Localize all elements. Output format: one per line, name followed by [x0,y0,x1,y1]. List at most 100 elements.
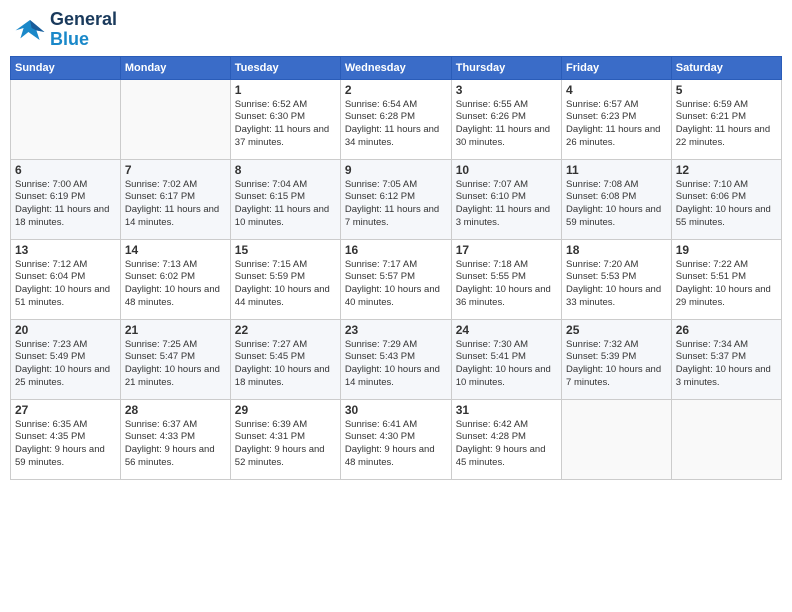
weekday-header-tuesday: Tuesday [230,56,340,79]
weekday-header-saturday: Saturday [671,56,781,79]
calendar-cell: 5 Sunrise: 6:59 AMSunset: 6:21 PMDayligh… [671,79,781,159]
weekday-header-thursday: Thursday [451,56,561,79]
day-number: 18 [566,243,667,257]
day-number: 8 [235,163,336,177]
calendar-cell: 20 Sunrise: 7:23 AMSunset: 5:49 PMDaylig… [11,319,121,399]
day-info: Sunrise: 7:02 AMSunset: 6:17 PMDaylight:… [125,179,226,230]
day-info: Sunrise: 7:05 AMSunset: 6:12 PMDaylight:… [345,179,447,230]
day-info: Sunrise: 6:41 AMSunset: 4:30 PMDaylight:… [345,419,447,470]
calendar-cell: 28 Sunrise: 6:37 AMSunset: 4:33 PMDaylig… [120,399,230,479]
calendar-cell: 25 Sunrise: 7:32 AMSunset: 5:39 PMDaylig… [562,319,672,399]
calendar-cell: 1 Sunrise: 6:52 AMSunset: 6:30 PMDayligh… [230,79,340,159]
day-number: 12 [676,163,777,177]
weekday-header-sunday: Sunday [11,56,121,79]
day-info: Sunrise: 6:35 AMSunset: 4:35 PMDaylight:… [15,419,116,470]
weekday-header-monday: Monday [120,56,230,79]
calendar-cell: 30 Sunrise: 6:41 AMSunset: 4:30 PMDaylig… [340,399,451,479]
day-info: Sunrise: 7:13 AMSunset: 6:02 PMDaylight:… [125,259,226,310]
logo-icon [14,16,46,44]
day-number: 17 [456,243,557,257]
calendar-week-4: 20 Sunrise: 7:23 AMSunset: 5:49 PMDaylig… [11,319,782,399]
calendar-week-3: 13 Sunrise: 7:12 AMSunset: 6:04 PMDaylig… [11,239,782,319]
day-number: 4 [566,83,667,97]
day-info: Sunrise: 7:32 AMSunset: 5:39 PMDaylight:… [566,339,667,390]
calendar-cell: 22 Sunrise: 7:27 AMSunset: 5:45 PMDaylig… [230,319,340,399]
day-info: Sunrise: 6:55 AMSunset: 6:26 PMDaylight:… [456,99,557,150]
calendar-cell: 4 Sunrise: 6:57 AMSunset: 6:23 PMDayligh… [562,79,672,159]
day-number: 27 [15,403,116,417]
page-header: GeneralBlue [10,10,782,50]
calendar-cell: 26 Sunrise: 7:34 AMSunset: 5:37 PMDaylig… [671,319,781,399]
day-info: Sunrise: 7:15 AMSunset: 5:59 PMDaylight:… [235,259,336,310]
day-info: Sunrise: 7:08 AMSunset: 6:08 PMDaylight:… [566,179,667,230]
calendar-cell: 31 Sunrise: 6:42 AMSunset: 4:28 PMDaylig… [451,399,561,479]
calendar-week-2: 6 Sunrise: 7:00 AMSunset: 6:19 PMDayligh… [11,159,782,239]
calendar-cell: 19 Sunrise: 7:22 AMSunset: 5:51 PMDaylig… [671,239,781,319]
day-number: 19 [676,243,777,257]
calendar-week-5: 27 Sunrise: 6:35 AMSunset: 4:35 PMDaylig… [11,399,782,479]
day-info: Sunrise: 7:30 AMSunset: 5:41 PMDaylight:… [456,339,557,390]
calendar-cell: 24 Sunrise: 7:30 AMSunset: 5:41 PMDaylig… [451,319,561,399]
logo-text: GeneralBlue [50,10,117,50]
day-info: Sunrise: 6:59 AMSunset: 6:21 PMDaylight:… [676,99,777,150]
day-number: 28 [125,403,226,417]
day-info: Sunrise: 7:07 AMSunset: 6:10 PMDaylight:… [456,179,557,230]
calendar-cell: 2 Sunrise: 6:54 AMSunset: 6:28 PMDayligh… [340,79,451,159]
logo: GeneralBlue [14,10,117,50]
calendar-cell: 8 Sunrise: 7:04 AMSunset: 6:15 PMDayligh… [230,159,340,239]
calendar-header-row: SundayMondayTuesdayWednesdayThursdayFrid… [11,56,782,79]
day-info: Sunrise: 7:22 AMSunset: 5:51 PMDaylight:… [676,259,777,310]
day-info: Sunrise: 7:25 AMSunset: 5:47 PMDaylight:… [125,339,226,390]
calendar-cell: 21 Sunrise: 7:25 AMSunset: 5:47 PMDaylig… [120,319,230,399]
day-info: Sunrise: 7:27 AMSunset: 5:45 PMDaylight:… [235,339,336,390]
day-number: 6 [15,163,116,177]
day-number: 20 [15,323,116,337]
day-number: 24 [456,323,557,337]
day-info: Sunrise: 7:17 AMSunset: 5:57 PMDaylight:… [345,259,447,310]
day-number: 9 [345,163,447,177]
day-info: Sunrise: 7:34 AMSunset: 5:37 PMDaylight:… [676,339,777,390]
calendar-week-1: 1 Sunrise: 6:52 AMSunset: 6:30 PMDayligh… [11,79,782,159]
day-info: Sunrise: 7:04 AMSunset: 6:15 PMDaylight:… [235,179,336,230]
day-number: 5 [676,83,777,97]
day-number: 23 [345,323,447,337]
calendar-cell: 3 Sunrise: 6:55 AMSunset: 6:26 PMDayligh… [451,79,561,159]
calendar-body: 1 Sunrise: 6:52 AMSunset: 6:30 PMDayligh… [11,79,782,479]
calendar-cell: 11 Sunrise: 7:08 AMSunset: 6:08 PMDaylig… [562,159,672,239]
day-info: Sunrise: 7:20 AMSunset: 5:53 PMDaylight:… [566,259,667,310]
calendar-table: SundayMondayTuesdayWednesdayThursdayFrid… [10,56,782,480]
day-info: Sunrise: 7:29 AMSunset: 5:43 PMDaylight:… [345,339,447,390]
day-info: Sunrise: 6:42 AMSunset: 4:28 PMDaylight:… [456,419,557,470]
day-number: 15 [235,243,336,257]
calendar-cell: 27 Sunrise: 6:35 AMSunset: 4:35 PMDaylig… [11,399,121,479]
calendar-cell: 15 Sunrise: 7:15 AMSunset: 5:59 PMDaylig… [230,239,340,319]
day-info: Sunrise: 7:18 AMSunset: 5:55 PMDaylight:… [456,259,557,310]
calendar-cell: 14 Sunrise: 7:13 AMSunset: 6:02 PMDaylig… [120,239,230,319]
day-info: Sunrise: 6:39 AMSunset: 4:31 PMDaylight:… [235,419,336,470]
calendar-cell: 12 Sunrise: 7:10 AMSunset: 6:06 PMDaylig… [671,159,781,239]
calendar-cell: 23 Sunrise: 7:29 AMSunset: 5:43 PMDaylig… [340,319,451,399]
day-info: Sunrise: 6:37 AMSunset: 4:33 PMDaylight:… [125,419,226,470]
calendar-cell: 13 Sunrise: 7:12 AMSunset: 6:04 PMDaylig… [11,239,121,319]
day-number: 25 [566,323,667,337]
calendar-cell: 29 Sunrise: 6:39 AMSunset: 4:31 PMDaylig… [230,399,340,479]
calendar-cell: 18 Sunrise: 7:20 AMSunset: 5:53 PMDaylig… [562,239,672,319]
calendar-cell: 9 Sunrise: 7:05 AMSunset: 6:12 PMDayligh… [340,159,451,239]
calendar-cell: 7 Sunrise: 7:02 AMSunset: 6:17 PMDayligh… [120,159,230,239]
day-number: 14 [125,243,226,257]
day-info: Sunrise: 7:23 AMSunset: 5:49 PMDaylight:… [15,339,116,390]
day-number: 29 [235,403,336,417]
day-number: 16 [345,243,447,257]
day-number: 10 [456,163,557,177]
day-number: 11 [566,163,667,177]
day-info: Sunrise: 6:54 AMSunset: 6:28 PMDaylight:… [345,99,447,150]
calendar-cell [671,399,781,479]
day-info: Sunrise: 7:12 AMSunset: 6:04 PMDaylight:… [15,259,116,310]
day-info: Sunrise: 6:52 AMSunset: 6:30 PMDaylight:… [235,99,336,150]
day-number: 2 [345,83,447,97]
calendar-cell: 6 Sunrise: 7:00 AMSunset: 6:19 PMDayligh… [11,159,121,239]
day-number: 7 [125,163,226,177]
day-number: 13 [15,243,116,257]
calendar-cell [120,79,230,159]
calendar-cell [562,399,672,479]
